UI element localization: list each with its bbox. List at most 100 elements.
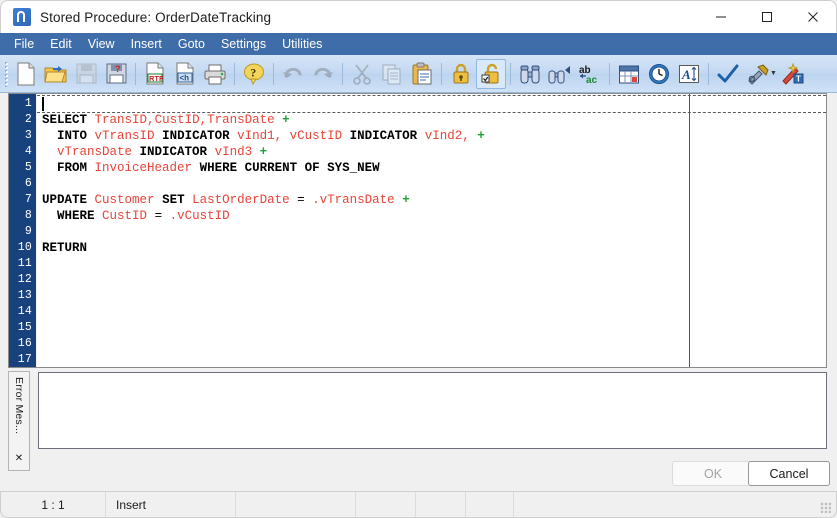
lock-closed-icon[interactable] <box>446 59 476 89</box>
menu-bar: File Edit View Insert Goto Settings Util… <box>0 33 837 55</box>
toolbar-separator <box>510 62 511 85</box>
svg-text:?: ? <box>250 65 256 79</box>
menu-item-view[interactable]: View <box>80 33 123 55</box>
menu-item-utilities[interactable]: Utilities <box>274 33 330 55</box>
lock-open-icon[interactable] <box>476 58 506 89</box>
code-token: WHERE CURRENT OF SYS_NEW <box>199 161 380 175</box>
close-icon[interactable] <box>790 1 836 33</box>
svg-text:T: T <box>796 75 801 84</box>
window-title: Stored Procedure: OrderDateTracking <box>40 9 272 25</box>
wizard-wand-icon[interactable]: T <box>778 59 808 89</box>
menu-item-insert[interactable]: Insert <box>123 33 170 55</box>
code-line: vTransDate INDICATOR vInd3 + <box>37 144 826 160</box>
code-token: INDICATOR <box>162 129 230 143</box>
code-text-area[interactable]: SELECT TransID,CustID,TransDate + INTO v… <box>37 94 826 367</box>
tools-hammer-icon[interactable] <box>743 59 773 89</box>
line-number-gutter: 1 2 3 4 5 6 7 8 9 10 11 12 13 14 15 16 17 <box>9 94 37 367</box>
error-message-tab-label: Error Mes... <box>13 377 25 435</box>
status-cell-5 <box>416 492 466 517</box>
clock-icon[interactable] <box>644 59 674 89</box>
copy-icon <box>377 59 407 89</box>
ok-button[interactable]: OK <box>672 461 754 486</box>
toolbar-grip[interactable] <box>4 60 8 87</box>
menu-item-goto[interactable]: Goto <box>170 33 213 55</box>
minimize-icon[interactable] <box>698 1 744 33</box>
code-token: TransID <box>94 113 148 127</box>
menu-item-edit[interactable]: Edit <box>42 33 80 55</box>
check-validate-icon[interactable] <box>713 59 743 89</box>
toolbar-separator <box>708 62 709 85</box>
code-line: UPDATE Customer SET LastOrderDate = .vTr… <box>37 192 826 208</box>
replace-abac-icon[interactable]: ab ac <box>575 59 605 89</box>
error-message-tab[interactable]: Error Mes... ✕ <box>8 371 30 471</box>
code-line: SELECT TransID,CustID,TransDate + <box>37 112 826 128</box>
code-token: .vCustID <box>169 209 230 223</box>
menu-item-settings[interactable]: Settings <box>213 33 274 55</box>
toolbar-separator <box>234 62 235 85</box>
code-token: INTO <box>57 129 88 143</box>
code-token: vInd2, <box>424 129 470 143</box>
code-token: TransDate <box>207 113 275 127</box>
code-token: RETURN <box>42 241 88 255</box>
line-number: 11 <box>17 257 32 270</box>
code-token: , <box>147 113 155 127</box>
line-number: 13 <box>17 289 32 302</box>
app-icon <box>13 8 31 26</box>
open-folder-icon[interactable] <box>41 59 71 89</box>
title-bar: Stored Procedure: OrderDateTracking <box>0 0 837 33</box>
calendar-icon[interactable] <box>614 59 644 89</box>
print-icon[interactable] <box>200 59 230 89</box>
toolbar-separator <box>342 62 343 85</box>
line-number: 16 <box>17 337 32 350</box>
menu-item-file[interactable]: File <box>6 33 42 55</box>
toolbar-separator <box>273 62 274 85</box>
status-cell-6 <box>466 492 514 517</box>
line-number: 3 <box>24 129 32 142</box>
code-token: Customer <box>94 193 155 207</box>
font-icon[interactable]: A <box>674 59 704 89</box>
line-number: 10 <box>17 241 32 254</box>
line-number: 1 <box>24 97 32 110</box>
redo-icon <box>308 59 338 89</box>
export-html-icon[interactable]: <h <box>170 59 200 89</box>
code-line: INTO vTransID INDICATOR vInd1, vCustID I… <box>37 128 826 144</box>
code-line: FROM InvoiceHeader WHERE CURRENT OF SYS_… <box>37 160 826 176</box>
save-disk-icon <box>71 59 101 89</box>
new-document-icon[interactable] <box>11 59 41 89</box>
line-number: 7 <box>24 193 32 206</box>
code-editor[interactable]: 1 2 3 4 5 6 7 8 9 10 11 12 13 14 15 16 17 SELECT TransID… <box>8 93 827 368</box>
code-token: CustID <box>154 113 200 127</box>
code-token: InvoiceHeader <box>94 161 193 175</box>
undo-icon <box>278 59 308 89</box>
find-next-icon[interactable] <box>545 59 575 89</box>
error-message-panel[interactable] <box>38 372 827 449</box>
paste-clipboard-icon[interactable] <box>407 59 437 89</box>
code-token: , <box>199 113 208 127</box>
maximize-icon[interactable] <box>744 1 790 33</box>
save-as-icon[interactable]: ? <box>101 59 131 89</box>
export-rtf-icon[interactable]: RTF <box>140 59 170 89</box>
right-margin-guide <box>689 94 690 367</box>
text-caret <box>42 97 44 111</box>
cancel-button[interactable]: Cancel <box>748 461 830 486</box>
code-token: vCustID <box>289 129 343 143</box>
help-question-icon[interactable]: ? <box>239 59 269 89</box>
status-bar: 1 : 1 Insert <box>0 491 837 518</box>
resize-grip-icon[interactable] <box>820 502 831 513</box>
find-binoculars-icon[interactable] <box>515 59 545 89</box>
toolbar: ? RTF <h ? ab ac A ▼ T <box>0 55 837 93</box>
